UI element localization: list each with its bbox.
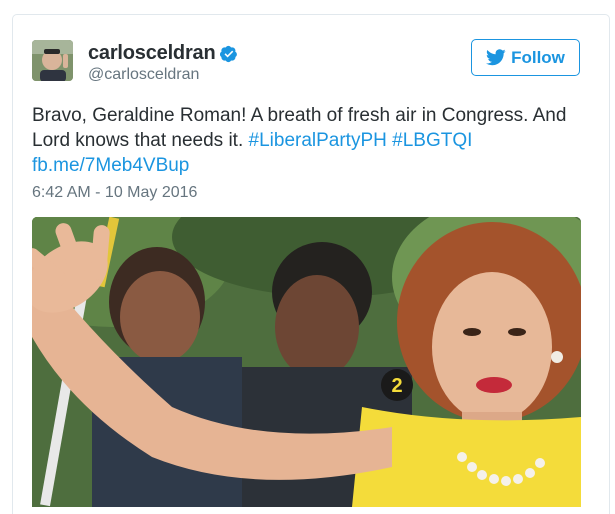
user-avatar[interactable] <box>32 40 73 81</box>
verified-badge-icon <box>220 45 238 62</box>
tweet-timestamp[interactable]: 6:42 AM - 10 May 2016 <box>32 184 197 202</box>
photo-illustration: 2 <box>32 217 581 507</box>
author-name-row[interactable]: carlosceldran <box>88 42 238 65</box>
follow-button[interactable]: Follow <box>471 39 580 76</box>
shirt-number-text: 2 <box>391 375 402 397</box>
tweet-url-link[interactable]: fb.me/7Meb4VBup <box>32 155 189 176</box>
hashtag-lbgtqi-link[interactable]: #LBGTQI <box>392 130 472 151</box>
twitter-bird-icon <box>486 49 506 66</box>
hashtag-liberalpartyph-link[interactable]: #LiberalPartyPH <box>249 130 387 151</box>
author-display-name[interactable]: carlosceldran <box>88 42 216 65</box>
tweet-media-photo[interactable]: 2 <box>32 217 581 507</box>
embedded-tweet-card: carlosceldran @carlosceldran Follow Brav… <box>12 14 610 514</box>
author-handle[interactable]: @carlosceldran <box>88 66 199 84</box>
follow-button-label: Follow <box>511 47 565 67</box>
tweet-text: Bravo, Geraldine Roman! A breath of fres… <box>32 103 592 178</box>
avatar-photo <box>32 40 73 81</box>
